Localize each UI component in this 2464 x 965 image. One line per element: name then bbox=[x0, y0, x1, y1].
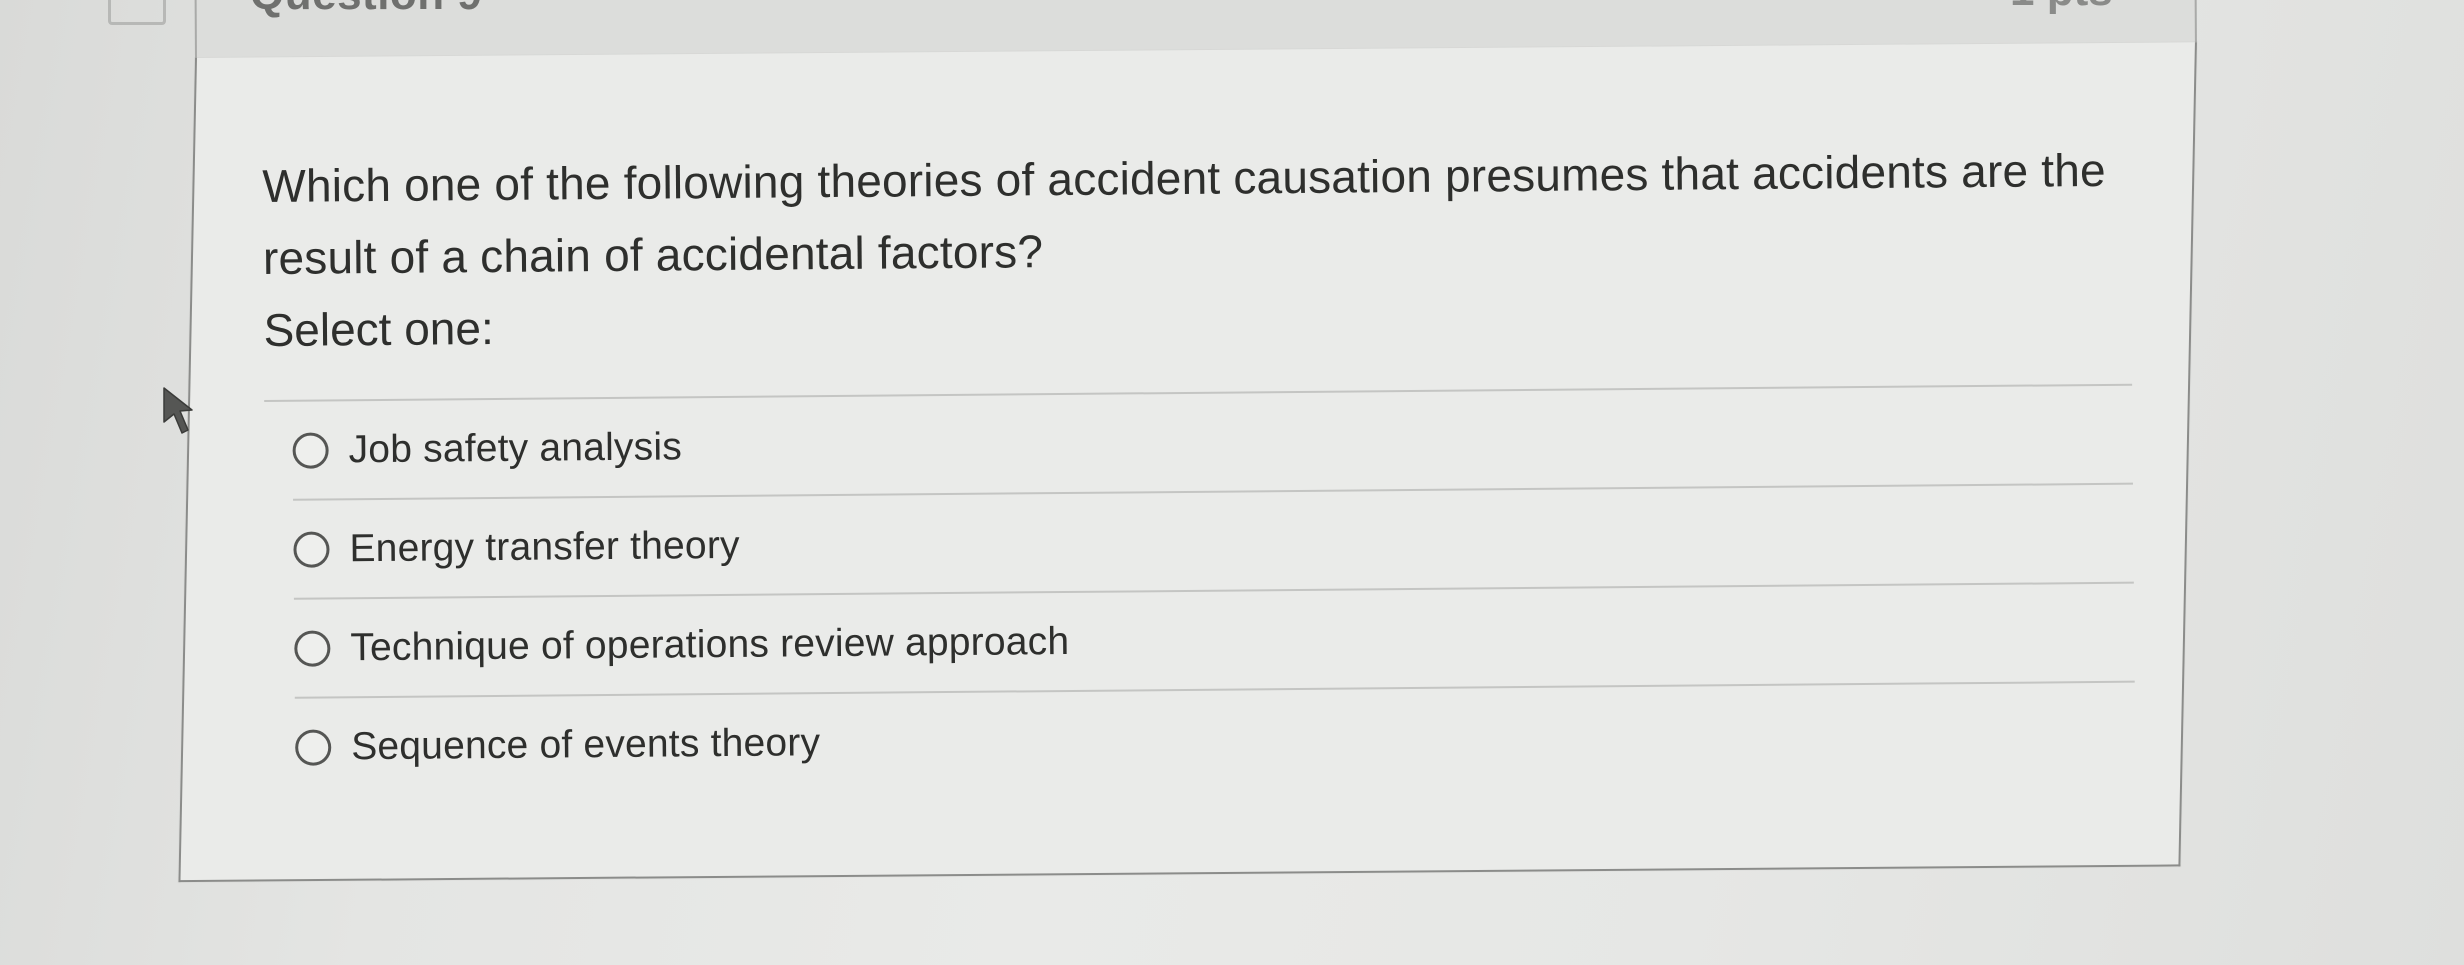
answer-option[interactable]: Technique of operations review approach bbox=[293, 583, 2135, 699]
answer-label[interactable]: Energy transfer theory bbox=[349, 523, 740, 570]
radio-button-icon[interactable] bbox=[292, 431, 329, 469]
question-points: 1 pts bbox=[2010, 0, 2113, 16]
flag-question-icon[interactable] bbox=[108, 0, 166, 25]
radio-button-icon[interactable] bbox=[295, 728, 332, 766]
mouse-pointer-icon bbox=[163, 387, 193, 434]
question-title: Question 9 bbox=[250, 0, 482, 20]
answer-option[interactable]: Job safety analysis bbox=[292, 385, 2133, 501]
answer-option[interactable]: Sequence of events theory bbox=[295, 683, 2136, 796]
question-content: Which one of the following theories of a… bbox=[262, 134, 2138, 796]
radio-button-icon[interactable] bbox=[294, 629, 331, 667]
answer-label[interactable]: Sequence of events theory bbox=[351, 721, 820, 769]
answer-label[interactable]: Technique of operations review approach bbox=[350, 619, 1069, 669]
question-text: Which one of the following theories of a… bbox=[262, 143, 2106, 284]
radio-button-icon[interactable] bbox=[293, 530, 330, 568]
answer-label[interactable]: Job safety analysis bbox=[348, 425, 682, 472]
answer-list: Job safety analysis Energy transfer theo… bbox=[264, 383, 2136, 796]
answer-option[interactable]: Energy transfer theory bbox=[293, 484, 2134, 600]
